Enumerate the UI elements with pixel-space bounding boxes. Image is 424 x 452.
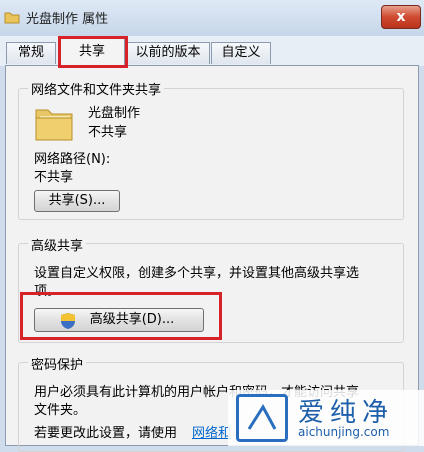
shared-folder-icon — [35, 109, 73, 141]
share-button[interactable]: 共享(S)... — [34, 190, 120, 212]
watermark-url: aichunjing.com — [298, 425, 390, 439]
advanced-button-highlight — [20, 292, 222, 340]
change-setting-text: 若要更改此设置，请使用 — [34, 426, 178, 441]
folder-icon — [4, 12, 20, 24]
tab-general[interactable]: 常规 — [6, 42, 56, 64]
tab-highlight — [58, 36, 128, 68]
folder-share-status: 不共享 — [88, 125, 128, 140]
password-protection-description-cont: 文件夹。 — [34, 403, 87, 418]
window-title: 光盘制作 属性 — [26, 12, 109, 27]
network-center-link[interactable]: 网络和 — [192, 422, 231, 441]
tab-previous-versions[interactable]: 以前的版本 — [126, 42, 210, 64]
title-bar: 光盘制作 属性 x — [0, 0, 424, 36]
advanced-sharing-legend: 高级共享 — [28, 235, 87, 254]
watermark-logo — [236, 394, 288, 442]
close-button[interactable]: x — [381, 5, 421, 29]
tab-customize[interactable]: 自定义 — [211, 42, 271, 64]
folder-name: 光盘制作 — [88, 106, 141, 121]
network-path-value: 不共享 — [34, 170, 74, 185]
network-path-label: 网络路径(N): — [34, 152, 111, 167]
password-protection-legend: 密码保护 — [28, 354, 87, 373]
watermark-brand: 爱纯净 — [298, 398, 395, 428]
advanced-sharing-description: 设置自定义权限，创建多个共享，并设置其他高级共享选 — [34, 266, 360, 281]
network-sharing-legend: 网络文件和文件夹共享 — [28, 79, 165, 98]
